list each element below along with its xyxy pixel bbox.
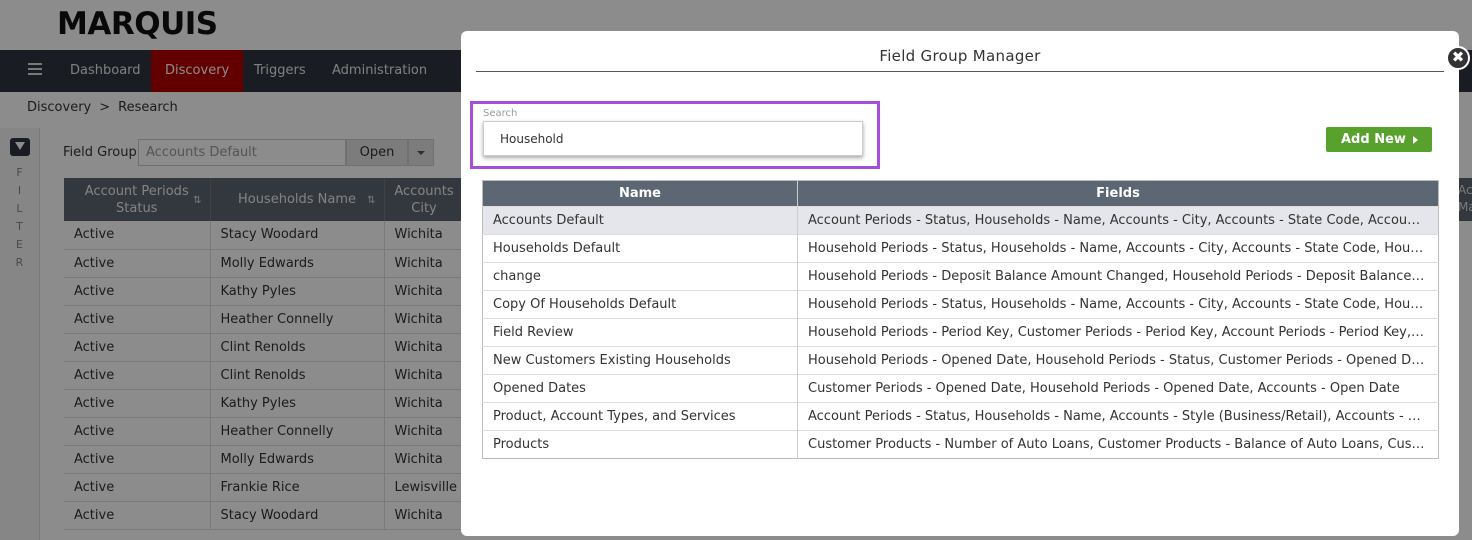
dialog-title: Field Group Manager xyxy=(879,47,1041,65)
field-group-name: Products xyxy=(482,430,798,459)
search-label: Search xyxy=(483,108,518,119)
column-header-fields[interactable]: Fields xyxy=(797,180,1439,207)
field-group-fields: Account Periods - Status, Households - N… xyxy=(797,402,1439,431)
field-group-fields: Household Periods - Opened Date, Househo… xyxy=(797,346,1439,375)
add-new-label: Add New xyxy=(1341,132,1406,147)
field-group-fields: Household Periods - Status, Households -… xyxy=(797,234,1439,263)
field-group-row[interactable]: New Customers Existing Households Househo… xyxy=(482,346,1439,375)
field-group-row[interactable]: Copy Of Households Default Household Peri… xyxy=(482,290,1439,319)
search-input[interactable] xyxy=(483,121,863,156)
field-group-row[interactable]: Accounts Default Account Periods - Status… xyxy=(482,206,1439,235)
field-group-fields: Customer Products - Number of Auto Loans… xyxy=(797,430,1439,459)
add-new-button[interactable]: Add New xyxy=(1326,127,1432,152)
caret-right-icon xyxy=(1413,136,1418,144)
field-group-row[interactable]: Products Customer Products - Number of Au… xyxy=(482,430,1439,459)
field-group-row[interactable]: Field Review Household Periods - Period K… xyxy=(482,318,1439,347)
field-group-row[interactable]: Opened Dates Customer Periods - Opened Da… xyxy=(482,374,1439,403)
field-group-fields: Household Periods - Deposit Balance Amou… xyxy=(797,262,1439,291)
field-group-name: Product, Account Types, and Services xyxy=(482,402,798,431)
field-group-fields: Household Periods - Period Key, Customer… xyxy=(797,318,1439,347)
field-groups-table: Name Fields Accounts Default Account Peri… xyxy=(482,180,1439,459)
column-header-name[interactable]: Name xyxy=(482,180,798,207)
field-group-row[interactable]: Households Default Household Periods - St… xyxy=(482,234,1439,263)
field-group-name: Accounts Default xyxy=(482,206,798,235)
field-group-fields: Customer Periods - Opened Date, Househol… xyxy=(797,374,1439,403)
field-group-name: Field Review xyxy=(482,318,798,347)
field-group-fields: Household Periods - Status, Households -… xyxy=(797,290,1439,319)
close-icon[interactable]: ✖ xyxy=(1446,46,1470,70)
field-group-row[interactable]: change Household Periods - Deposit Balanc… xyxy=(482,262,1439,291)
field-group-name: New Customers Existing Households xyxy=(482,346,798,375)
field-group-row[interactable]: Product, Account Types, and Services Acco… xyxy=(482,402,1439,431)
field-group-name: change xyxy=(482,262,798,291)
field-group-name: Copy Of Households Default xyxy=(482,290,798,319)
field-group-fields: Account Periods - Status, Households - N… xyxy=(797,206,1439,235)
field-group-name: Households Default xyxy=(482,234,798,263)
title-divider xyxy=(476,71,1444,72)
field-group-name: Opened Dates xyxy=(482,374,798,403)
